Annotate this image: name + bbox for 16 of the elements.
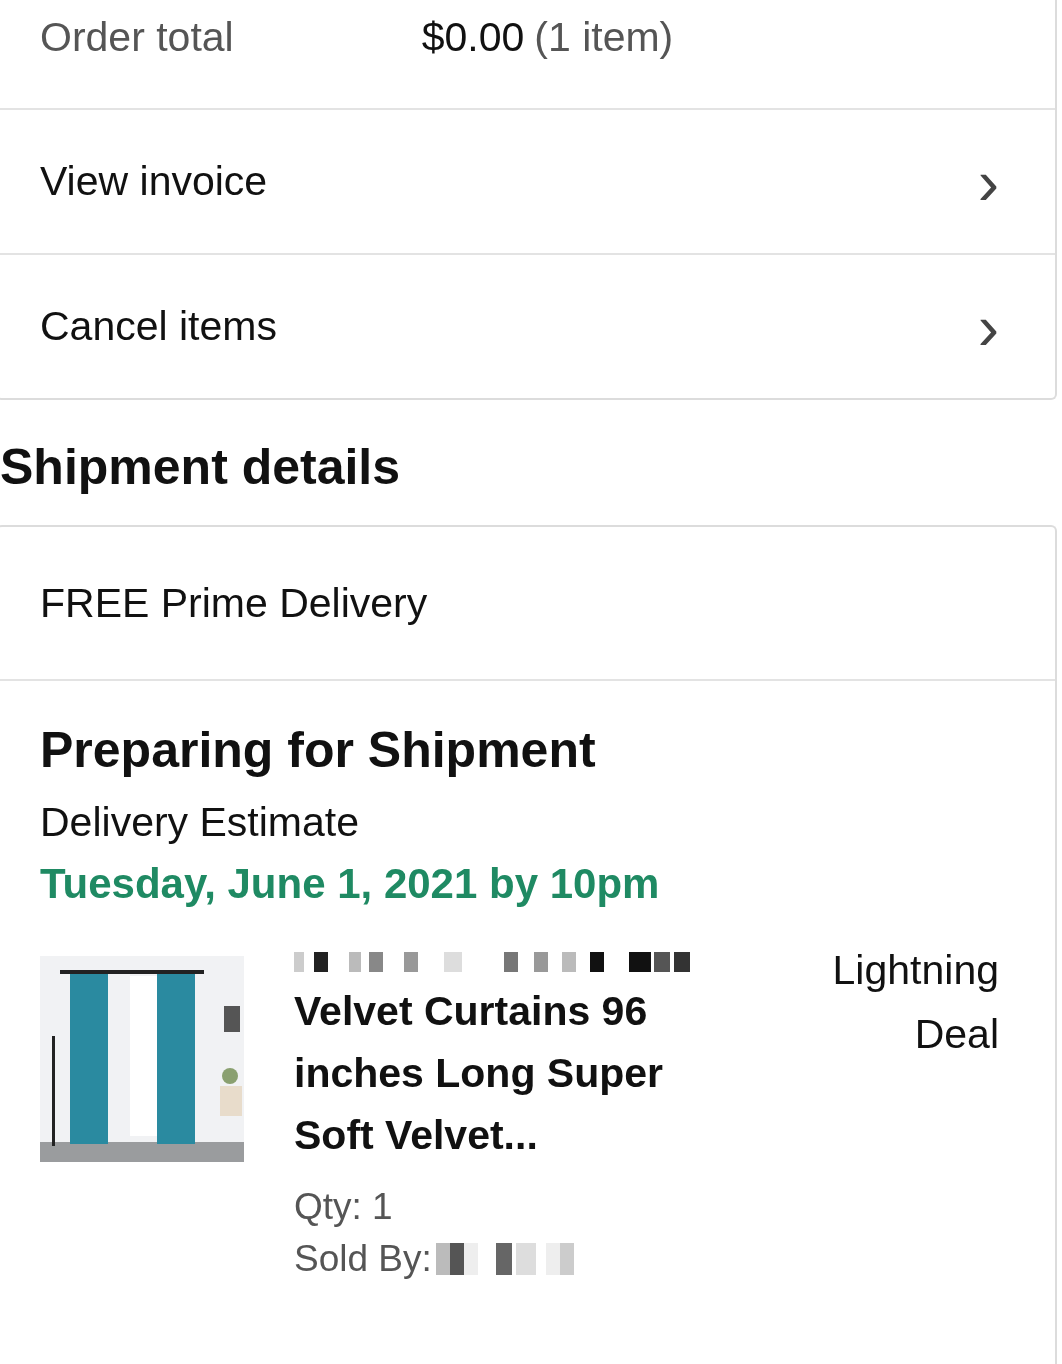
deal-label: Lightning Deal xyxy=(831,946,999,1059)
delivery-date: Tuesday, June 1, 2021 by 10pm xyxy=(40,860,661,908)
link-row[interactable]: View invoice › xyxy=(0,110,1055,255)
delivery-estimate-label: Delivery Estimate xyxy=(40,799,360,846)
quantity: Qty: 1 xyxy=(294,1185,394,1229)
order-total-amount: $0.00 xyxy=(421,14,525,61)
section-heading: Shipment details xyxy=(0,440,402,495)
delivery-type: FREE Prime Delivery xyxy=(40,579,428,627)
shipment-status: Preparing for Shipment xyxy=(40,721,597,779)
product-title[interactable]: Velvet Curtains 96 inches Long Super Soft Velvet... xyxy=(294,980,734,1166)
chevron-icon: › xyxy=(977,294,999,359)
link-row[interactable]: Cancel items › xyxy=(0,255,1055,398)
order-total-label: Order total xyxy=(40,14,234,61)
item-count: (1 item) xyxy=(534,14,674,61)
sold-by-label: Sold By: xyxy=(294,1238,432,1280)
chevron-icon: › xyxy=(977,149,999,214)
